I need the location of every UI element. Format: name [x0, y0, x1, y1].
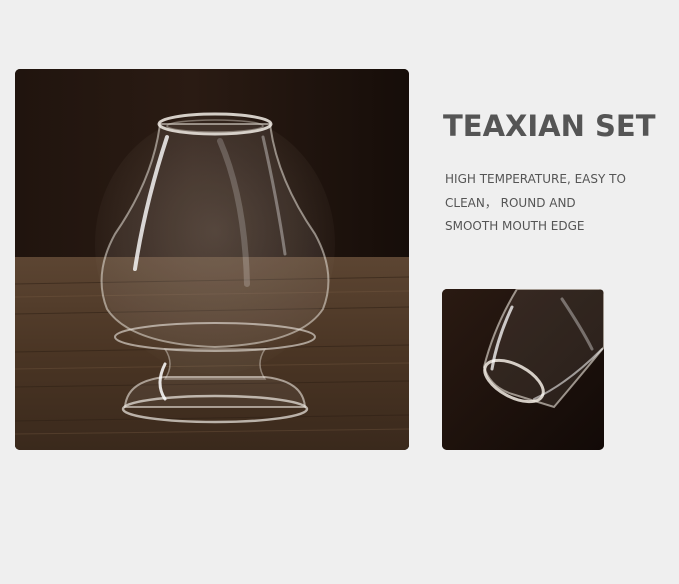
description-line-1: HIGH TEMPERATURE, EASY TO: [445, 172, 626, 186]
main-product-photo: [15, 69, 409, 450]
product-title: TEAXIAN SET: [443, 109, 656, 143]
detail-product-photo: [442, 289, 604, 450]
description-line-3: SMOOTH MOUTH EDGE: [445, 219, 585, 233]
product-description: HIGH TEMPERATURE, EASY TO CLEAN， ROUND A…: [445, 168, 655, 239]
description-line-2: CLEAN， ROUND AND: [445, 195, 576, 210]
glass-rim-closeup-image: [442, 289, 604, 450]
glass-whisk-holder-image: [15, 69, 409, 450]
